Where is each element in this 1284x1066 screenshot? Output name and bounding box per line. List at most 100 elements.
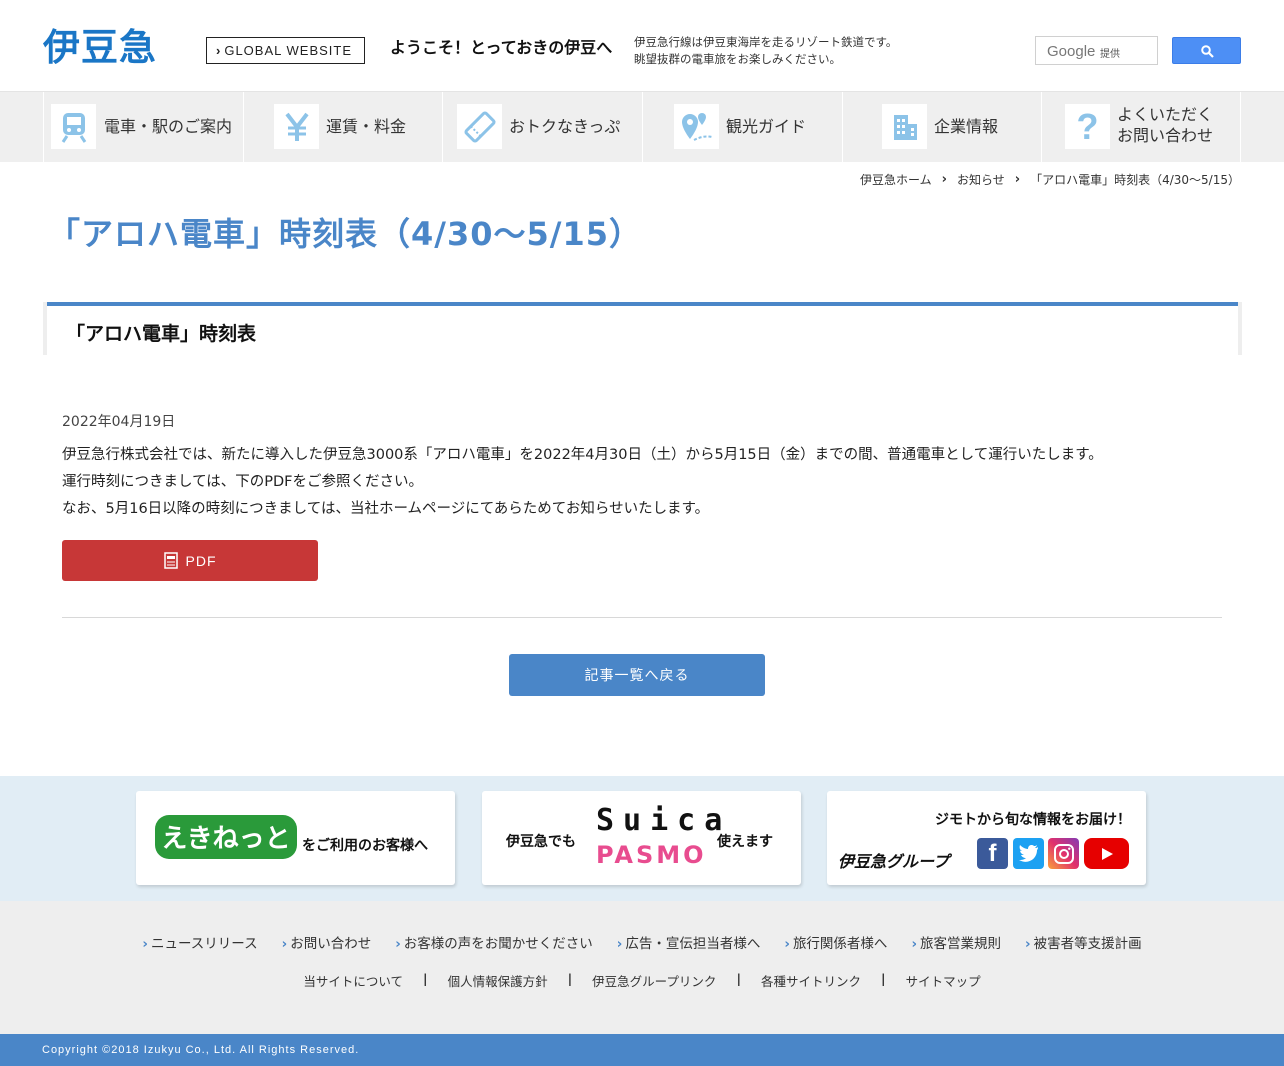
chevron-right-icon: › bbox=[784, 936, 790, 952]
footer-separator: | bbox=[736, 971, 742, 986]
chevron-right-icon: › bbox=[941, 172, 947, 187]
nav-item-train[interactable]: 電車・駅のご案内 bbox=[43, 92, 243, 162]
footer-link[interactable]: › お問い合わせ bbox=[282, 932, 372, 952]
chevron-right-icon: › bbox=[1025, 936, 1031, 952]
youtube-icon[interactable] bbox=[1084, 838, 1129, 869]
footer-links-primary: › ニュースリリース › お問い合わせ › お客様の声をお聞かせください › 広告・宣伝… bbox=[0, 932, 1284, 952]
suica-logo: Suica bbox=[596, 803, 732, 838]
footer-link[interactable]: › 広告・宣伝担当者様へ bbox=[617, 932, 761, 952]
google-brand: Google bbox=[1047, 43, 1096, 60]
chevron-right-icon: › bbox=[216, 43, 222, 58]
banner-area: えきねっと をご利用のお客様へ 伊豆急でも Suica PASMO 使えます ジ… bbox=[0, 776, 1284, 901]
article-body: 伊豆急行株式会社では、新たに導入した伊豆急3000系「アロハ電車」を2022年4… bbox=[62, 442, 1103, 523]
footer-link-about[interactable]: 当サイトについて bbox=[303, 971, 403, 990]
footer-link-privacy[interactable]: 個人情報保護方針 bbox=[448, 971, 548, 990]
back-to-list-button[interactable]: 記事一覧へ戻る bbox=[509, 654, 765, 696]
nav-label-sightseeing: 観光ガイド bbox=[726, 117, 807, 136]
welcome-message: ようこそ！とっておきの伊豆へ bbox=[390, 38, 613, 57]
ekinet-logo: えきねっと bbox=[155, 815, 297, 859]
search-provided-label: 提供 bbox=[1100, 49, 1120, 60]
footer-link[interactable]: › お客様の声をお聞かせください bbox=[395, 932, 593, 952]
footer-link[interactable]: › ニュースリリース bbox=[142, 932, 257, 952]
search-icon bbox=[1201, 45, 1214, 58]
copyright: Copyright ©2018 Izukyu Co., Ltd. All Rig… bbox=[0, 1034, 1284, 1066]
ic-right-text: 使えます bbox=[717, 834, 773, 850]
footer-separator: | bbox=[881, 971, 886, 986]
footer-link-label: ニュースリリース bbox=[150, 936, 258, 952]
sns-title: ジモトから旬な情報をお届け！ bbox=[935, 812, 1131, 828]
nav-label-faq: よくいただく お問い合わせ bbox=[1117, 104, 1213, 146]
footer-link-group[interactable]: 伊豆急グループリンク bbox=[592, 971, 716, 990]
question-icon: ? bbox=[1065, 104, 1110, 149]
sns-banner[interactable]: ジモトから旬な情報をお届け！ 伊豆急グループ f bbox=[827, 791, 1146, 885]
footer-link-label: 被害者等支援計画 bbox=[1033, 936, 1142, 952]
page-title: 「アロハ電車」時刻表（4/30～5/15） bbox=[48, 215, 642, 253]
breadcrumb-news[interactable]: お知らせ bbox=[957, 171, 1005, 188]
ekinet-text: をご利用のお客様へ bbox=[302, 838, 428, 854]
article-line-3: なお、5月16日以降の時刻につきましては、当社ホームページにてあらためてお知らせ… bbox=[62, 501, 710, 517]
footer-link[interactable]: › 旅客営業規則 bbox=[911, 932, 1001, 952]
yen-icon bbox=[274, 104, 319, 149]
pdf-label: PDF bbox=[185, 552, 217, 569]
article-line-1: 伊豆急行株式会社では、新たに導入した伊豆急3000系「アロハ電車」を2022年4… bbox=[62, 447, 1103, 463]
map-pin-icon bbox=[674, 104, 719, 149]
nav-label-train: 電車・駅のご案内 bbox=[104, 117, 233, 136]
section-title: 「アロハ電車」時刻表 bbox=[66, 323, 257, 345]
footer-separator: | bbox=[567, 971, 573, 986]
nav-item-sightseeing[interactable]: 観光ガイド bbox=[642, 92, 842, 162]
nav-label-company: 企業情報 bbox=[934, 117, 999, 136]
facebook-icon[interactable]: f bbox=[977, 838, 1008, 869]
sns-group-label: 伊豆急グループ bbox=[838, 852, 950, 871]
pdf-file-icon bbox=[163, 552, 178, 569]
footer-link-label: 広告・宣伝担当者様へ bbox=[625, 936, 761, 952]
divider bbox=[62, 617, 1222, 618]
nav-label-fare: 運賃・料金 bbox=[326, 117, 407, 136]
nav-label-faq-line-2: お問い合わせ bbox=[1117, 126, 1214, 145]
footer-link-label: お客様の声をお聞かせください bbox=[403, 936, 593, 952]
search-input[interactable]: Google 提供 bbox=[1035, 36, 1158, 65]
nav-item-faq[interactable]: ? よくいただく お問い合わせ bbox=[1041, 92, 1241, 162]
global-website-button[interactable]: › GLOBAL WEBSITE bbox=[206, 37, 365, 64]
footer-separator: | bbox=[423, 971, 428, 986]
chevron-right-icon: › bbox=[142, 936, 148, 952]
section-accent-bar bbox=[47, 302, 1238, 306]
ic-card-banner[interactable]: 伊豆急でも Suica PASMO 使えます bbox=[482, 791, 801, 885]
chevron-right-icon: › bbox=[1014, 172, 1021, 187]
breadcrumb-home[interactable]: 伊豆急ホーム bbox=[860, 171, 932, 188]
instagram-icon[interactable] bbox=[1048, 838, 1079, 869]
section-header: 「アロハ電車」時刻表 bbox=[43, 302, 1242, 355]
breadcrumb-current: 「アロハ電車」時刻表（4/30～5/15） bbox=[1030, 173, 1240, 187]
ekinet-logo-text: えきねっと bbox=[161, 824, 290, 854]
chevron-right-icon: › bbox=[281, 936, 288, 952]
footer-link-sites[interactable]: 各種サイトリンク bbox=[761, 971, 861, 990]
chevron-right-icon: › bbox=[616, 936, 623, 952]
search-button[interactable] bbox=[1172, 37, 1241, 64]
ic-left-text: 伊豆急でも bbox=[506, 834, 576, 850]
twitter-icon[interactable] bbox=[1013, 838, 1044, 869]
global-nav: 電車・駅のご案内 運賃・料金 おトクなきっぷ 観光ガイド 企業情報 ? よくいた… bbox=[0, 91, 1284, 162]
footer-link-label: 旅行関係者様へ bbox=[792, 936, 888, 952]
footer-link-label: お問い合わせ bbox=[290, 936, 372, 952]
footer-link[interactable]: › 被害者等支援計画 bbox=[1025, 932, 1142, 952]
breadcrumb: 伊豆急ホーム › お知らせ › 「アロハ電車」時刻表（4/30～5/15） bbox=[860, 171, 1240, 188]
building-icon bbox=[882, 104, 927, 149]
footer-links-secondary: 当サイトについて | 個人情報保護方針 | 伊豆急グループリンク | 各種サイト… bbox=[0, 971, 1284, 990]
ticket-icon bbox=[457, 104, 502, 149]
ekinet-banner[interactable]: えきねっと をご利用のお客様へ bbox=[136, 791, 455, 885]
nav-item-tickets[interactable]: おトクなきっぷ bbox=[442, 92, 642, 162]
chevron-right-icon: › bbox=[395, 936, 401, 952]
footer-link[interactable]: › 旅行関係者様へ bbox=[784, 932, 887, 952]
pasmo-logo: PASMO bbox=[596, 841, 707, 869]
site-logo[interactable]: 伊豆急 bbox=[43, 27, 157, 69]
site-header: 伊豆急 › GLOBAL WEBSITE ようこそ！とっておきの伊豆へ 伊豆急行線… bbox=[0, 0, 1284, 91]
nav-item-fare[interactable]: 運賃・料金 bbox=[243, 92, 442, 162]
chevron-right-icon: › bbox=[911, 936, 918, 952]
nav-item-company[interactable]: 企業情報 bbox=[842, 92, 1041, 162]
article-line-2: 運行時刻につきましては、下のPDFをご参照ください。 bbox=[62, 474, 424, 490]
nav-label-tickets: おトクなきっぷ bbox=[509, 117, 621, 136]
site-footer: › ニュースリリース › お問い合わせ › お客様の声をお聞かせください › 広告・宣伝… bbox=[0, 901, 1284, 1034]
footer-link-sitemap[interactable]: サイトマップ bbox=[906, 971, 981, 990]
tagline-line-1: 伊豆急行線は伊豆東海岸を走るリゾート鉄道です。 bbox=[634, 35, 898, 49]
footer-link-label: 旅客営業規則 bbox=[920, 936, 1002, 952]
pdf-download-button[interactable]: PDF bbox=[62, 540, 318, 581]
